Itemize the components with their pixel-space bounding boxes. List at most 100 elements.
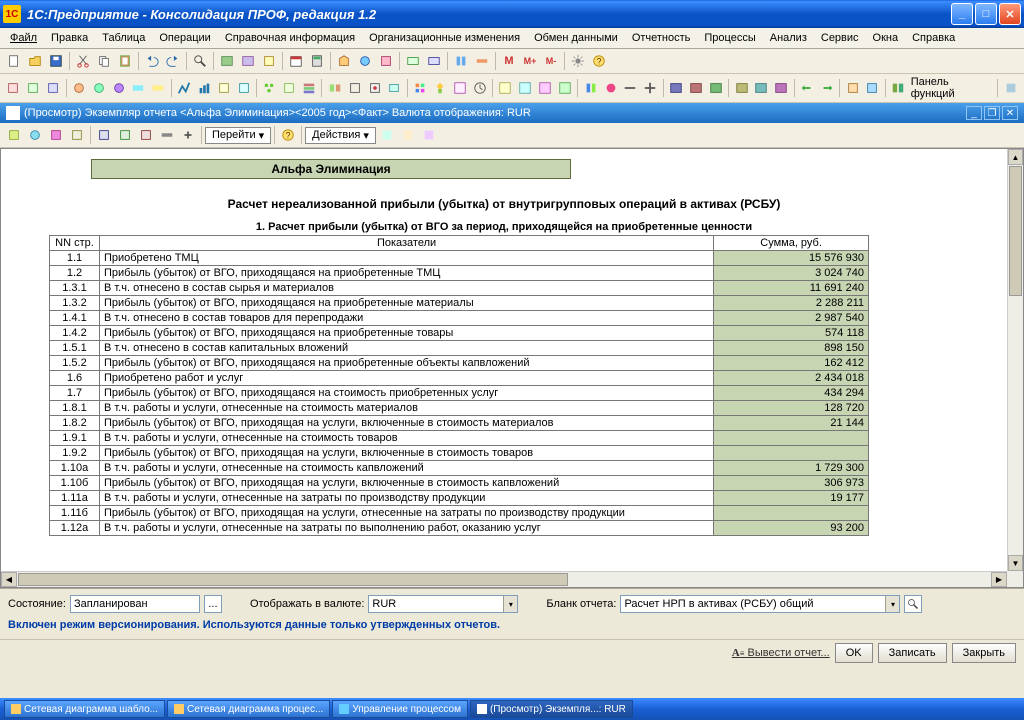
menu-file[interactable]: Файл bbox=[4, 30, 43, 46]
t2-29-icon[interactable] bbox=[601, 78, 620, 98]
t2-07-icon[interactable] bbox=[129, 78, 148, 98]
t2-40-icon[interactable] bbox=[843, 78, 862, 98]
t2-37-icon[interactable] bbox=[772, 78, 791, 98]
t2-03-icon[interactable] bbox=[44, 78, 63, 98]
t2-05-icon[interactable] bbox=[89, 78, 108, 98]
save-button[interactable]: Записать bbox=[878, 643, 947, 663]
blank-combo[interactable]: Расчет НРП в активах (РСБУ) общий▾ bbox=[620, 595, 900, 613]
copy-icon[interactable] bbox=[94, 51, 114, 71]
menu-data-exchange[interactable]: Обмен данными bbox=[528, 30, 624, 46]
t2-06-icon[interactable] bbox=[109, 78, 128, 98]
t2-12-icon[interactable] bbox=[234, 78, 253, 98]
tool-g-icon[interactable] bbox=[403, 51, 423, 71]
task-item-4[interactable]: (Просмотр) Экземпля...: RUR bbox=[470, 700, 633, 718]
redo-icon[interactable] bbox=[163, 51, 183, 71]
calendar-icon[interactable] bbox=[286, 51, 306, 71]
doc-tool3-icon[interactable] bbox=[46, 125, 66, 145]
doc-tool1-icon[interactable] bbox=[4, 125, 24, 145]
doc-help-icon[interactable]: ? bbox=[278, 125, 298, 145]
panel-functions-label[interactable]: Панель функций bbox=[909, 76, 995, 100]
table-row[interactable]: 1.10аВ т.ч. работы и услуги, отнесенные … bbox=[50, 461, 869, 476]
table-row[interactable]: 1.8.2Прибыль (убыток) от ВГО, приходящая… bbox=[50, 416, 869, 431]
doc-tool8-icon[interactable] bbox=[157, 125, 177, 145]
vertical-scrollbar[interactable]: ▲ ▼ bbox=[1007, 149, 1023, 571]
t2-09-icon[interactable] bbox=[175, 78, 194, 98]
table-row[interactable]: 1.12аВ т.ч. работы и услуги, отнесенные … bbox=[50, 521, 869, 536]
t2-10-icon[interactable] bbox=[194, 78, 213, 98]
table-row[interactable]: 1.4.1В т.ч. отнесено в состав товаров дл… bbox=[50, 311, 869, 326]
currency-combo[interactable]: RUR▾ bbox=[368, 595, 518, 613]
hscroll-thumb[interactable] bbox=[18, 573, 568, 586]
tool-e-icon[interactable] bbox=[355, 51, 375, 71]
task-item-2[interactable]: Сетевая диаграмма процес... bbox=[167, 700, 330, 718]
t2-35-icon[interactable] bbox=[732, 78, 751, 98]
table-row[interactable]: 1.11бПрибыль (убыток) от ВГО, приходящая… bbox=[50, 506, 869, 521]
t2-14-icon[interactable] bbox=[280, 78, 299, 98]
new-icon[interactable] bbox=[4, 51, 24, 71]
t2-41-icon[interactable] bbox=[863, 78, 882, 98]
t2-21-icon[interactable] bbox=[431, 78, 450, 98]
t2-15-icon[interactable] bbox=[300, 78, 319, 98]
table-row[interactable]: 1.6Приобретено работ и услуг2 434 018 bbox=[50, 371, 869, 386]
window-close-button[interactable]: ✕ bbox=[999, 3, 1021, 25]
ok-button[interactable]: OK bbox=[835, 643, 873, 663]
t2-28-icon[interactable] bbox=[581, 78, 600, 98]
t2-38-icon[interactable] bbox=[798, 78, 817, 98]
t2-19-icon[interactable] bbox=[385, 78, 404, 98]
state-field[interactable]: Запланирован bbox=[70, 595, 200, 613]
doc-tool7-icon[interactable] bbox=[136, 125, 156, 145]
save-icon[interactable] bbox=[46, 51, 66, 71]
settings-icon[interactable] bbox=[568, 51, 588, 71]
table-row[interactable]: 1.9.2Прибыль (убыток) от ВГО, приходящая… bbox=[50, 446, 869, 461]
tool-j-icon[interactable] bbox=[472, 51, 492, 71]
tool-h-icon[interactable] bbox=[424, 51, 444, 71]
document-minimize-button[interactable]: _ bbox=[966, 106, 982, 120]
doc-tool5-icon[interactable] bbox=[94, 125, 114, 145]
t2-23-icon[interactable] bbox=[470, 78, 489, 98]
t2-02-icon[interactable] bbox=[24, 78, 43, 98]
task-item-3[interactable]: Управление процессом bbox=[332, 700, 468, 718]
doc-tool9-icon[interactable] bbox=[178, 125, 198, 145]
doc-tool4-icon[interactable] bbox=[67, 125, 87, 145]
t2-last-icon[interactable] bbox=[1001, 78, 1020, 98]
t2-31-icon[interactable] bbox=[641, 78, 660, 98]
t2-32-icon[interactable] bbox=[667, 78, 686, 98]
cut-icon[interactable] bbox=[73, 51, 93, 71]
t2-16-icon[interactable] bbox=[325, 78, 344, 98]
m-minus-icon[interactable]: M- bbox=[541, 51, 561, 71]
print-report-link[interactable]: A≡ Вывести отчет... bbox=[732, 647, 830, 659]
menu-edit[interactable]: Правка bbox=[45, 30, 94, 46]
t2-01-icon[interactable] bbox=[4, 78, 23, 98]
menu-operations[interactable]: Операции bbox=[153, 30, 216, 46]
table-row[interactable]: 1.11аВ т.ч. работы и услуги, отнесенные … bbox=[50, 491, 869, 506]
state-ellipsis-button[interactable]: ... bbox=[204, 595, 222, 613]
open-icon[interactable] bbox=[25, 51, 45, 71]
actions-dropdown[interactable]: Действия ▾ bbox=[305, 127, 376, 144]
menu-reporting[interactable]: Отчетность bbox=[626, 30, 697, 46]
doc-toolA-icon[interactable] bbox=[377, 125, 397, 145]
table-row[interactable]: 1.7Прибыль (убыток) от ВГО, приходящаяся… bbox=[50, 386, 869, 401]
menu-analysis[interactable]: Анализ bbox=[764, 30, 813, 46]
task-item-1[interactable]: Сетевая диаграмма шабло... bbox=[4, 700, 165, 718]
menu-processes[interactable]: Процессы bbox=[698, 30, 761, 46]
t2-26-icon[interactable] bbox=[536, 78, 555, 98]
panel-functions-icon[interactable] bbox=[889, 78, 908, 98]
m-icon[interactable]: M bbox=[499, 51, 519, 71]
t2-34-icon[interactable] bbox=[706, 78, 725, 98]
menu-reference[interactable]: Справочная информация bbox=[219, 30, 361, 46]
scroll-up-icon[interactable]: ▲ bbox=[1008, 149, 1023, 165]
tool-i-icon[interactable] bbox=[451, 51, 471, 71]
t2-20-icon[interactable] bbox=[411, 78, 430, 98]
table-row[interactable]: 1.5.2Прибыль (убыток) от ВГО, приходящая… bbox=[50, 356, 869, 371]
t2-13-icon[interactable] bbox=[260, 78, 279, 98]
scroll-down-icon[interactable]: ▼ bbox=[1008, 555, 1023, 571]
horizontal-scrollbar[interactable]: ◀ ▶ bbox=[1, 571, 1007, 587]
t2-18-icon[interactable] bbox=[365, 78, 384, 98]
help-icon[interactable]: ? bbox=[589, 51, 609, 71]
t2-24-icon[interactable] bbox=[496, 78, 515, 98]
close-button[interactable]: Закрыть bbox=[952, 643, 1016, 663]
scroll-right-icon[interactable]: ▶ bbox=[991, 572, 1007, 587]
blank-search-button[interactable] bbox=[904, 595, 922, 613]
t2-08-icon[interactable] bbox=[149, 78, 168, 98]
t2-11-icon[interactable] bbox=[214, 78, 233, 98]
